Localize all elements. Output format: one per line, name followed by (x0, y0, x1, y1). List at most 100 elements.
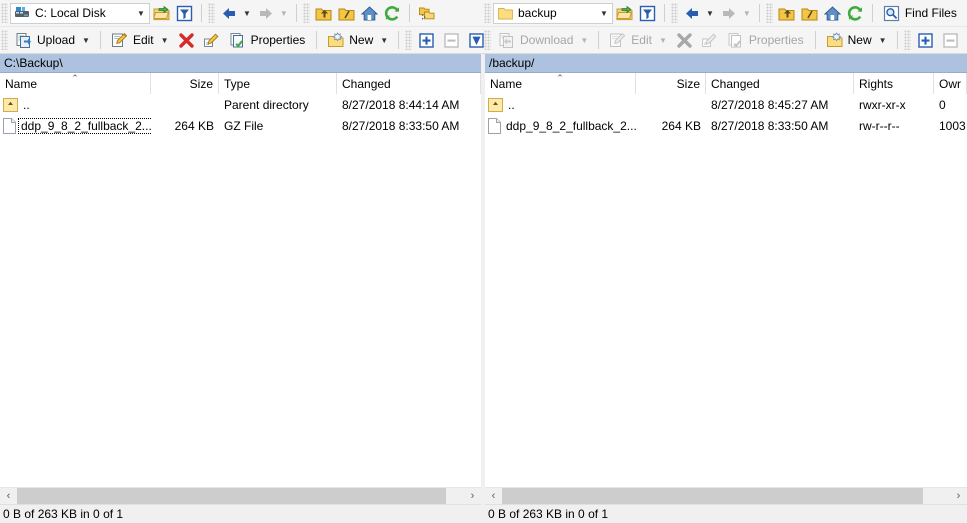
table-row[interactable]: ddp_9_8_2_fullback_2... 264 KB GZ File 8… (0, 115, 481, 136)
local-header-size[interactable]: Size (151, 73, 219, 94)
local-column-headers: Name ⌃ Size Type Changed (0, 73, 481, 94)
remote-path-bar[interactable]: /backup/ (485, 54, 967, 73)
toolbar-gripper[interactable] (208, 3, 215, 23)
toolbar-separator (896, 31, 898, 49)
left-refresh-button[interactable] (381, 2, 404, 25)
right-new-button[interactable]: New ▼ (821, 29, 892, 52)
parent-directory-icon (3, 97, 18, 112)
local-location-combo[interactable]: C: Local Disk ▼ (10, 2, 150, 24)
local-disk-icon (14, 5, 31, 22)
local-horizontal-scrollbar[interactable]: ‹ › (0, 487, 481, 505)
toolbar-separator (398, 31, 400, 49)
left-filter-button[interactable] (173, 2, 196, 25)
remote-header-rights[interactable]: Rights (854, 73, 934, 94)
find-files-button[interactable]: Find Files (878, 2, 963, 25)
remote-row-name[interactable]: ddp_9_8_2_fullback_2... (485, 115, 636, 136)
table-row[interactable]: .. Parent directory 8/27/2018 8:44:14 AM (0, 94, 481, 115)
upload-button[interactable]: Upload ▼ (10, 29, 95, 52)
download-dropdown-caret-icon: ▼ (580, 35, 589, 45)
left-delete-button[interactable] (174, 29, 199, 52)
left-root-directory-button[interactable] (335, 2, 358, 25)
right-properties-button: Properties (722, 29, 810, 52)
table-row[interactable]: ddp_9_8_2_fullback_2... 264 KB 8/27/2018… (485, 115, 967, 136)
root-directory-icon (801, 5, 818, 22)
new-dropdown-caret-icon[interactable]: ▼ (378, 36, 388, 45)
scroll-right-icon[interactable]: › (464, 487, 481, 505)
left-edit-button[interactable]: Edit ▼ (106, 29, 174, 52)
right-open-directory-button[interactable] (613, 2, 636, 25)
back-dropdown-caret-icon[interactable]: ▼ (241, 9, 251, 18)
remote-scroll-thumb[interactable] (502, 487, 924, 505)
right-invert-selection-button[interactable] (963, 29, 967, 52)
left-new-button[interactable]: New ▼ (322, 29, 393, 52)
table-row[interactable]: .. 8/27/2018 8:45:27 AM rwxr-xr-x 0 (485, 94, 967, 115)
remote-row-rights: rwxr-xr-x (859, 97, 906, 112)
left-home-directory-button[interactable] (358, 2, 381, 25)
local-scroll-track[interactable] (17, 487, 464, 505)
left-parent-directory-button[interactable] (312, 2, 335, 25)
toolbar-gripper[interactable] (484, 30, 491, 50)
remote-status-bar: 0 B of 263 KB in 0 of 1 (485, 504, 967, 523)
left-select-more-button[interactable] (414, 29, 439, 52)
remote-file-list[interactable]: .. 8/27/2018 8:45:27 AM rwxr-xr-x 0 ddp_… (485, 94, 967, 136)
local-row-name[interactable]: .. (0, 94, 151, 115)
right-home-directory-button[interactable] (821, 2, 844, 25)
toolbar-row-actions: Upload ▼ Edit ▼ a Properties New ▼ Downl… (0, 27, 967, 54)
local-header-type[interactable]: Type (219, 73, 337, 94)
scroll-left-icon[interactable]: ‹ (0, 487, 17, 505)
right-actions-toolbar: Download ▼ Edit ▼ a Properties New ▼ (483, 27, 967, 53)
local-path-bar[interactable]: C:\Backup\ (0, 54, 481, 73)
chevron-down-icon[interactable]: ▼ (596, 9, 612, 18)
left-back-button[interactable]: ▼ (217, 2, 254, 25)
local-status-bar: 0 B of 263 KB in 0 of 1 (0, 504, 481, 523)
remote-location-combo[interactable]: backup ▼ (493, 2, 613, 24)
new-dropdown-caret-icon[interactable]: ▼ (877, 36, 887, 45)
right-back-button[interactable]: ▼ (680, 2, 717, 25)
remote-header-name[interactable]: Name ⌃ (485, 73, 636, 94)
right-root-directory-button[interactable] (798, 2, 821, 25)
upload-dropdown-caret-icon[interactable]: ▼ (80, 36, 90, 45)
back-dropdown-caret-icon[interactable]: ▼ (704, 9, 714, 18)
remote-header-size[interactable]: Size (636, 73, 706, 94)
toolbar-separator (758, 4, 760, 22)
toolbar-gripper[interactable] (1, 30, 8, 50)
local-path-text: C:\Backup\ (4, 56, 63, 70)
left-open-directory-button[interactable] (150, 2, 173, 25)
right-delete-button (672, 29, 697, 52)
remote-header-changed[interactable]: Changed (706, 73, 854, 94)
remote-header-owner[interactable]: Owr (934, 73, 967, 94)
chevron-down-icon[interactable]: ▼ (133, 9, 149, 18)
remote-scroll-track[interactable] (502, 487, 950, 505)
toolbar-gripper[interactable] (671, 3, 678, 23)
toolbar-gripper[interactable] (302, 3, 310, 23)
toolbar-gripper[interactable] (1, 3, 8, 23)
properties-icon (229, 32, 246, 49)
right-filter-button[interactable] (636, 2, 659, 25)
left-select-files-button[interactable] (415, 2, 438, 25)
right-refresh-button[interactable] (844, 2, 867, 25)
local-header-name[interactable]: Name ⌃ (0, 73, 151, 94)
right-parent-directory-button[interactable] (775, 2, 798, 25)
toolbar-gripper[interactable] (484, 3, 491, 23)
remote-row-owner: 1003 (939, 118, 966, 133)
left-rename-button[interactable]: a (199, 29, 224, 52)
local-header-changed[interactable]: Changed (337, 73, 481, 94)
toolbar-gripper[interactable] (903, 30, 911, 50)
local-row-name[interactable]: ddp_9_8_2_fullback_2... (0, 115, 151, 136)
open-directory-icon (153, 5, 170, 22)
remote-horizontal-scrollbar[interactable]: ‹ › (485, 487, 967, 505)
toolbar-gripper[interactable] (765, 3, 773, 23)
right-select-more-button[interactable] (913, 29, 938, 52)
left-location-toolbar: C: Local Disk ▼ ▼ ▼ (0, 0, 483, 26)
scroll-left-icon[interactable]: ‹ (485, 487, 502, 505)
delete-x-icon (178, 32, 195, 49)
toolbar-separator (664, 4, 665, 22)
local-row-name-text: .. (23, 97, 30, 112)
left-properties-button[interactable]: Properties (224, 29, 312, 52)
edit-dropdown-caret-icon[interactable]: ▼ (159, 36, 169, 45)
toolbar-gripper[interactable] (405, 30, 413, 50)
local-file-list[interactable]: .. Parent directory 8/27/2018 8:44:14 AM… (0, 94, 481, 136)
local-scroll-thumb[interactable] (17, 487, 447, 505)
remote-row-name[interactable]: .. (485, 94, 636, 115)
scroll-right-icon[interactable]: › (950, 487, 967, 505)
